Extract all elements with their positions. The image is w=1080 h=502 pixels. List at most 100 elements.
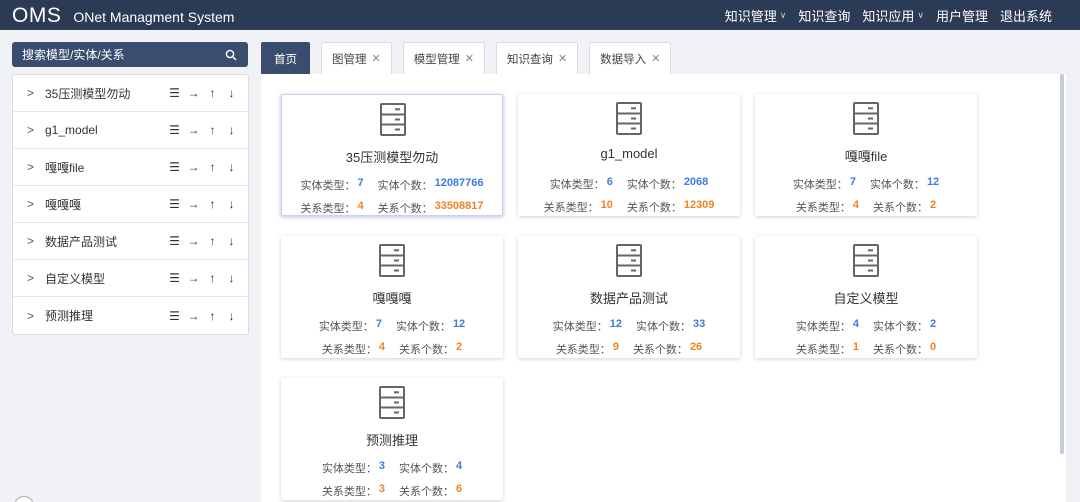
chevron-down-icon: ∨ [917,9,924,20]
chevron-right-icon[interactable]: > [27,123,45,137]
model-card[interactable]: 预测推理 实体类型： 3 实体个数： 4 关系类型： 3 关系个数： 6 [281,378,503,500]
chevron-right-icon[interactable]: > [27,197,45,211]
close-icon[interactable]: ✕ [465,52,474,65]
tree-item[interactable]: > g1_model ☰ → ↑ ↓ [13,112,248,149]
tree-item[interactable]: > 35压测模型勿动 ☰ → ↑ ↓ [13,75,248,112]
tree-item[interactable]: > 嘎嘎file ☰ → ↑ ↓ [13,149,248,186]
close-icon[interactable]: ✕ [651,52,660,65]
relation-type-stat: 关系类型： 10 [543,199,613,214]
nav-knowledge-management[interactable]: 知识管理 ∨ [725,6,787,25]
relation-count-stat: 关系个数： 0 [873,341,937,356]
scrollbar[interactable] [1057,74,1066,502]
close-icon[interactable]: ✕ [372,52,381,65]
arrow-up-icon[interactable]: ↑ [206,234,219,248]
arrow-up-icon[interactable]: ↑ [206,123,219,137]
list-icon[interactable]: ☰ [168,197,181,211]
card-title: 嘎嘎file [844,149,888,164]
arrow-down-icon[interactable]: ↓ [225,123,238,137]
model-card[interactable]: 数据产品测试 实体类型： 12 实体个数： 33 关系类型： 9 关系个数： 26 [518,236,740,358]
relation-type-stat: 关系类型： 4 [795,199,859,214]
arrow-right-icon[interactable]: → [187,160,200,174]
card-title: 数据产品测试 [589,291,668,306]
list-icon[interactable]: ☰ [168,271,181,285]
search-placeholder: 搜索模型/实体/关系 [22,48,125,62]
list-icon[interactable]: ☰ [168,86,181,100]
list-icon[interactable]: ☰ [168,160,181,174]
model-card[interactable]: 嘎嘎file 实体类型： 7 实体个数： 12 关系类型： 4 关系个数： 2 [755,94,977,216]
arrow-up-icon[interactable]: ↑ [206,197,219,211]
arrow-up-icon[interactable]: ↑ [206,86,219,100]
tree-item-label: 自定义模型 [45,271,106,286]
search-icon[interactable] [224,48,238,62]
chevron-right-icon[interactable]: > [27,271,45,285]
sidebar-search[interactable]: 搜索模型/实体/关系 [12,42,248,67]
brand: OMS ONet Managment System [12,4,234,28]
entity-count-stat: 实体个数： 33 [636,318,706,333]
tree-item[interactable]: > 预测推理 ☰ → ↑ ↓ [13,297,248,334]
relation-count-stat: 关系个数： 2 [399,341,463,356]
entity-type-stat: 实体类型： 4 [795,318,859,333]
main-content: 35压测模型勿动 实体类型： 7 实体个数： 12087766 关系类型： 4 关系个数： 33… [261,74,1066,502]
tab-bar: 首页 图管理 ✕ 模型管理 ✕ 知识查询 ✕ 数据导入 ✕ [261,42,672,74]
card-title: 自定义模型 [833,291,899,306]
arrow-right-icon[interactable]: → [187,234,200,248]
entity-type-stat: 实体类型： 12 [552,318,622,333]
model-card[interactable]: g1_model 实体类型： 6 实体个数： 2068 关系类型： 10 关系个数： 12309 [518,94,740,216]
chevron-right-icon[interactable]: > [27,234,45,248]
arrow-right-icon[interactable]: → [187,86,200,100]
tab-home[interactable]: 首页 [261,42,310,74]
entity-type-stat: 实体类型： 3 [321,460,385,475]
chevron-right-icon[interactable]: > [27,309,45,323]
model-card[interactable]: 嘎嘎嘎 实体类型： 7 实体个数： 12 关系类型： 4 关系个数： 2 [281,236,503,358]
entity-count-stat: 实体个数： 4 [399,460,463,475]
arrow-up-icon[interactable]: ↑ [206,309,219,323]
tree-item[interactable]: > 数据产品测试 ☰ → ↑ ↓ [13,223,248,260]
entity-type-stat: 实体类型： 7 [300,177,364,192]
arrow-up-icon[interactable]: ↑ [206,271,219,285]
relation-count-stat: 关系个数： 6 [399,483,463,498]
tab-graph-management[interactable]: 图管理 ✕ [321,42,392,74]
entity-count-stat: 实体个数： 2 [873,318,937,333]
nav-knowledge-query[interactable]: 知识查询 [798,6,850,25]
nav-user-management[interactable]: 用户管理 [936,6,988,25]
chevron-right-icon[interactable]: > [27,160,45,174]
entity-type-stat: 实体类型： 7 [792,176,856,191]
arrow-down-icon[interactable]: ↓ [225,197,238,211]
tab-data-import[interactable]: 数据导入 ✕ [589,42,672,74]
arrow-down-icon[interactable]: ↓ [225,160,238,174]
arrow-down-icon[interactable]: ↓ [225,271,238,285]
tab-model-management[interactable]: 模型管理 ✕ [402,42,485,74]
model-card[interactable]: 35压测模型勿动 实体类型： 7 实体个数： 12087766 关系类型： 4 关系个数： 33… [281,94,503,216]
arrow-right-icon[interactable]: → [187,271,200,285]
tree-item-label: 35压测模型勿动 [45,86,131,101]
entity-type-stat: 实体类型： 7 [318,318,382,333]
arrow-up-icon[interactable]: ↑ [206,160,219,174]
nav-knowledge-application[interactable]: 知识应用 ∨ [862,6,924,25]
list-icon[interactable]: ☰ [168,123,181,137]
brand-name: OMS [12,4,62,27]
list-icon[interactable]: ☰ [168,234,181,248]
relation-count-stat: 关系个数： 26 [632,341,703,356]
arrow-right-icon[interactable]: → [187,123,200,137]
arrow-down-icon[interactable]: ↓ [225,309,238,323]
card-title: 嘎嘎嘎 [372,291,412,306]
close-icon[interactable]: ✕ [558,52,567,65]
model-card[interactable]: 自定义模型 实体类型： 4 实体个数： 2 关系类型： 1 关系个数： 0 [755,236,977,358]
tree-item[interactable]: > 嘎嘎嘎 ☰ → ↑ ↓ [13,186,248,223]
arrow-down-icon[interactable]: ↓ [225,234,238,248]
tree-item[interactable]: > 自定义模型 ☰ → ↑ ↓ [13,260,248,297]
relation-count-stat: 关系个数： 2 [873,199,937,214]
arrow-down-icon[interactable]: ↓ [225,86,238,100]
entity-type-stat: 实体类型： 6 [549,176,613,191]
tab-knowledge-query[interactable]: 知识查询 ✕ [495,42,579,74]
chevron-right-icon[interactable]: > [27,86,45,100]
arrow-right-icon[interactable]: → [187,197,200,211]
arrow-right-icon[interactable]: → [187,309,200,323]
card-title: g1_model [600,146,658,161]
list-icon[interactable]: ☰ [168,309,181,323]
nav-logout[interactable]: 退出系统 [1000,6,1052,25]
tree-item-label: 预测推理 [45,309,94,323]
scrollbar-thumb[interactable] [1060,74,1064,454]
avatar[interactable] [14,496,34,502]
tree-item-label: 嘎嘎file [45,160,85,175]
